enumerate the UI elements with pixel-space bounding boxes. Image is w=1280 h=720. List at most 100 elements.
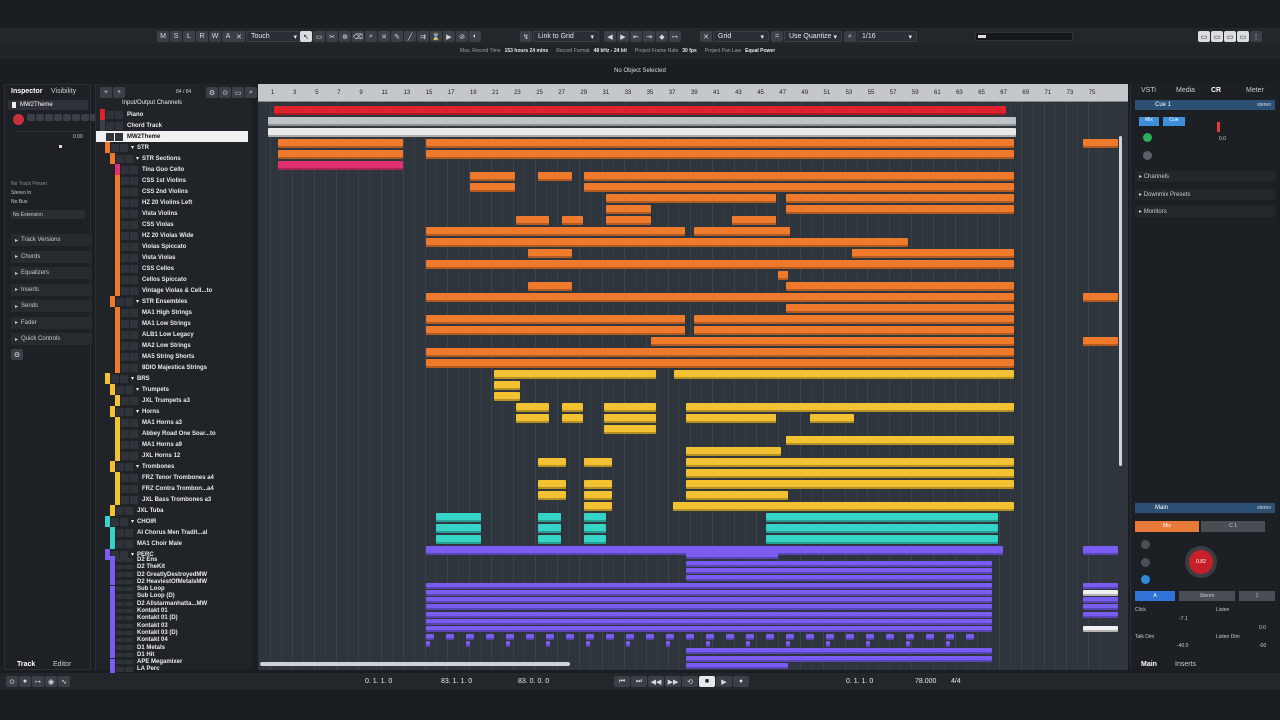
track-solo-button[interactable] bbox=[125, 565, 133, 570]
track-mute-button[interactable] bbox=[121, 220, 129, 229]
track-mute-button[interactable] bbox=[121, 451, 129, 460]
main-header[interactable]: Main stereo bbox=[1135, 503, 1275, 513]
folder-monitors[interactable]: ▸ Monitors bbox=[1135, 206, 1275, 217]
midi-part[interactable] bbox=[426, 582, 992, 589]
section-equalizers[interactable]: ▸ Equalizers bbox=[11, 267, 92, 279]
record-enable-button[interactable] bbox=[13, 114, 24, 125]
perc-hit[interactable] bbox=[786, 633, 794, 640]
zoom-icon[interactable]: ⌕ bbox=[844, 31, 856, 42]
timeline-ruler[interactable]: 1 3 5 7 9 11 13 15 17 19 21 23 25 27 29 31 33 35 37 39 41 43 4… bbox=[258, 84, 1128, 102]
track-row[interactable]: ▾ Trumpets bbox=[96, 384, 248, 395]
track-row[interactable]: Sub Loop (D) bbox=[96, 592, 248, 601]
perc-hit[interactable] bbox=[606, 633, 614, 640]
track-row[interactable]: AI Chorus Men Tradit...al bbox=[96, 527, 248, 538]
track-mute-button[interactable] bbox=[116, 557, 124, 563]
midi-part[interactable] bbox=[1083, 293, 1118, 302]
track-mute-button[interactable] bbox=[121, 308, 129, 317]
track-solo-button[interactable] bbox=[120, 517, 128, 526]
perc-hit[interactable] bbox=[806, 633, 814, 640]
tab-vsti[interactable]: VSTi bbox=[1141, 87, 1156, 94]
midi-part[interactable] bbox=[766, 535, 998, 544]
midi-part[interactable] bbox=[426, 626, 992, 633]
track-solo-button[interactable] bbox=[130, 363, 138, 372]
track-mute-button[interactable] bbox=[116, 154, 124, 163]
layout-left-icon[interactable]: ▭ bbox=[1198, 31, 1210, 42]
settings-icon[interactable]: ⚙ bbox=[206, 87, 218, 98]
perc-hit[interactable] bbox=[826, 640, 830, 647]
track-solo-button[interactable] bbox=[125, 638, 133, 643]
track-solo-button[interactable] bbox=[130, 495, 138, 504]
grid-type-dropdown[interactable]: Grid ▾ bbox=[713, 31, 769, 42]
perc-hit[interactable] bbox=[586, 633, 594, 640]
cue-header[interactable]: Cue 1 stereo bbox=[1135, 100, 1275, 110]
track-solo-button[interactable] bbox=[130, 440, 138, 449]
midi-part[interactable] bbox=[686, 553, 778, 560]
midi-part[interactable] bbox=[786, 194, 1014, 203]
record-icon[interactable]: ● bbox=[733, 676, 749, 687]
horizontal-scrollbar[interactable] bbox=[260, 662, 570, 666]
midi-part[interactable] bbox=[674, 370, 1014, 379]
track-row[interactable]: JXL Horns 12 bbox=[96, 450, 248, 461]
perc-hit[interactable] bbox=[846, 633, 854, 640]
edit-icon[interactable] bbox=[63, 114, 71, 121]
midi-part[interactable] bbox=[426, 293, 1014, 302]
tab-editor[interactable]: Editor bbox=[53, 661, 71, 668]
track-solo-button[interactable] bbox=[125, 557, 133, 563]
line-icon[interactable]: ╱ bbox=[404, 31, 416, 42]
track-solo-button[interactable] bbox=[130, 220, 138, 229]
play-icon[interactable]: ▶ bbox=[716, 676, 732, 687]
track-mute-button[interactable] bbox=[116, 407, 124, 416]
midi-part[interactable] bbox=[426, 150, 1014, 159]
midi-part[interactable] bbox=[686, 480, 1014, 489]
midi-part[interactable] bbox=[694, 227, 790, 236]
track-row[interactable]: MA1 Horns a9 bbox=[96, 439, 248, 450]
midi-part[interactable] bbox=[584, 491, 612, 500]
track-mute-button[interactable] bbox=[121, 209, 129, 218]
track-solo-button[interactable] bbox=[130, 198, 138, 207]
track-mute-button[interactable] bbox=[116, 385, 124, 394]
perc-hit[interactable] bbox=[546, 640, 550, 647]
midi-part[interactable] bbox=[562, 216, 583, 225]
section-track-versions[interactable]: ▸ Track Versions bbox=[11, 234, 92, 246]
draw-icon[interactable]: ✎ bbox=[391, 31, 403, 42]
track-mute-button[interactable] bbox=[121, 396, 129, 405]
track-mute-button[interactable] bbox=[121, 352, 129, 361]
midi-part[interactable] bbox=[538, 535, 561, 544]
track-mute-button[interactable] bbox=[106, 132, 114, 141]
midi-part[interactable] bbox=[673, 502, 1014, 511]
perc-hit[interactable] bbox=[946, 633, 954, 640]
perc-hit[interactable] bbox=[466, 633, 474, 640]
tab-main[interactable]: Main bbox=[1141, 661, 1157, 668]
track-solo-button[interactable] bbox=[125, 154, 133, 163]
track-solo-button[interactable] bbox=[130, 209, 138, 218]
cue-talkback-icon[interactable] bbox=[1143, 151, 1152, 160]
midi-part[interactable] bbox=[606, 194, 776, 203]
midi-part[interactable] bbox=[786, 205, 1014, 214]
midi-part[interactable] bbox=[1083, 611, 1118, 618]
track-solo-button[interactable] bbox=[115, 110, 123, 119]
section-chords[interactable]: ▸ Chords bbox=[11, 250, 92, 263]
snap-settings-icon[interactable]: ◆ bbox=[656, 31, 668, 42]
midi-part[interactable] bbox=[584, 524, 606, 533]
dim-icon[interactable] bbox=[1141, 540, 1150, 549]
midi-part[interactable] bbox=[426, 359, 1014, 368]
midi-part[interactable] bbox=[651, 337, 1014, 346]
perc-hit[interactable] bbox=[626, 633, 634, 640]
glue-icon[interactable]: ⊕ bbox=[339, 31, 351, 42]
midi-part[interactable] bbox=[786, 282, 1014, 291]
track-solo-button[interactable] bbox=[130, 319, 138, 328]
track-solo-button[interactable] bbox=[130, 451, 138, 460]
track-row[interactable]: ▾ STR Ensembles bbox=[96, 296, 248, 307]
midi-part[interactable] bbox=[528, 282, 572, 291]
track-row[interactable]: Kontakt 03 (D) bbox=[96, 629, 248, 637]
punch-icon[interactable]: ↦ bbox=[32, 676, 44, 687]
track-mute-button[interactable] bbox=[121, 495, 129, 504]
volume-pan-area[interactable]: 0.00 bbox=[15, 131, 85, 181]
midi-part[interactable] bbox=[426, 227, 685, 236]
output-a-button[interactable]: A bbox=[1135, 591, 1175, 601]
main-cue-button[interactable]: C 1 bbox=[1201, 521, 1265, 532]
midi-part[interactable] bbox=[604, 414, 656, 423]
tab-inspector[interactable]: Inspector bbox=[11, 88, 43, 95]
nudge-left-icon[interactable]: ◀ bbox=[604, 31, 616, 42]
midi-part[interactable] bbox=[686, 575, 992, 582]
